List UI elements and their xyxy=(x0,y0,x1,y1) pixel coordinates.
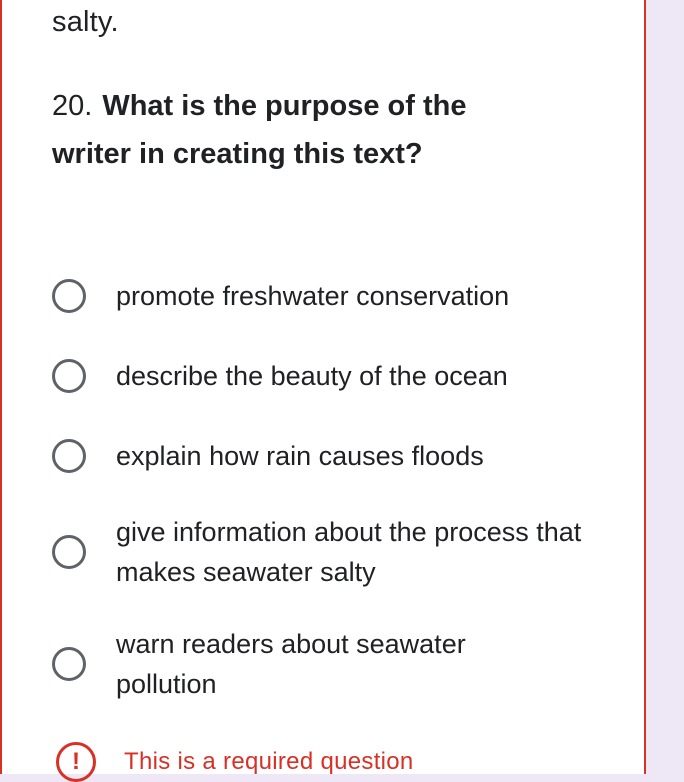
previous-question-text: salty. xyxy=(52,6,119,38)
question-title: 20. What is the purpose of the writer in … xyxy=(52,82,472,178)
radio-button[interactable] xyxy=(52,359,86,393)
required-message: This is a required question xyxy=(124,748,414,775)
question-text: What is the purpose of the writer in cre… xyxy=(52,90,467,170)
option-label: describe the beauty of the ocean xyxy=(116,361,508,391)
error-icon: ! xyxy=(56,742,96,782)
question-number: 20. xyxy=(52,90,93,122)
required-question-warning: ! This is a required question xyxy=(56,742,414,782)
radio-button[interactable] xyxy=(52,647,86,681)
option-explain-rain[interactable]: explain how rain causes floods xyxy=(52,436,612,476)
radio-button[interactable] xyxy=(52,535,86,569)
question-card: salty. 20. What is the purpose of the wri… xyxy=(0,0,646,782)
option-describe-beauty[interactable]: describe the beauty of the ocean xyxy=(52,356,612,396)
radio-button[interactable] xyxy=(52,439,86,473)
option-give-information[interactable]: give information about the process that … xyxy=(52,512,612,592)
option-label: promote freshwater conservation xyxy=(116,281,510,311)
option-label: explain how rain causes floods xyxy=(116,441,484,471)
option-label: warn readers about seawater pollution xyxy=(116,629,466,699)
option-promote-freshwater[interactable]: promote freshwater conservation xyxy=(52,276,612,316)
radio-button[interactable] xyxy=(52,279,86,313)
option-warn-readers[interactable]: warn readers about seawater pollution xyxy=(52,624,612,704)
option-label: give information about the process that … xyxy=(116,517,582,587)
